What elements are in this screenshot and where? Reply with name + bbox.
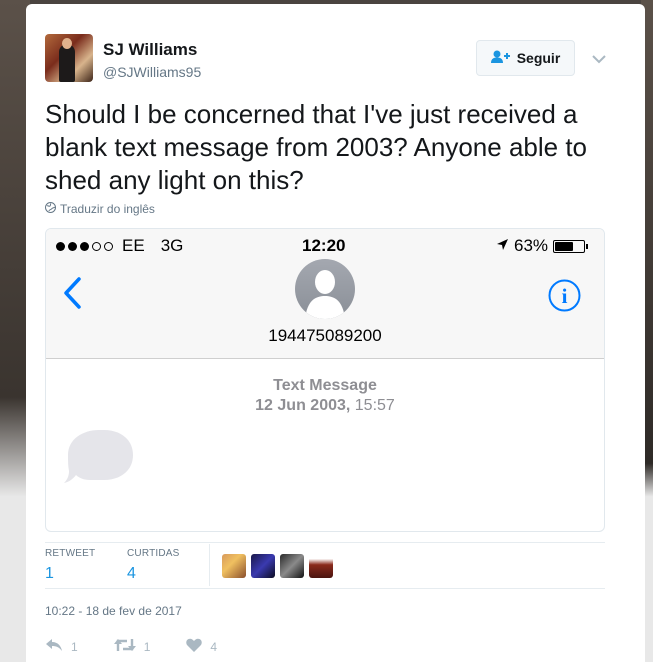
battery-percent: 63% [514, 236, 549, 255]
contact-avatar-icon[interactable] [295, 259, 355, 319]
battery-tip [586, 243, 589, 249]
liker-avatars [222, 554, 333, 578]
status-time: 12:20 [302, 236, 346, 255]
like-count: 4 [210, 639, 218, 654]
divider [45, 542, 605, 543]
signal-dot-icon [56, 241, 65, 251]
liker-avatar[interactable] [251, 554, 275, 578]
retweet-icon [113, 638, 136, 655]
liker-avatar[interactable] [280, 554, 304, 578]
location-arrow-icon [496, 236, 509, 256]
tweet-card: SJ Williams @SJWilliams95 Seguir Should … [26, 4, 645, 662]
tweet-text: Should I be concerned that I've just rec… [45, 99, 588, 195]
reply-icon [45, 638, 63, 655]
reply-count: 1 [71, 639, 78, 654]
contact-number: 194475089200 [268, 326, 382, 345]
avatar-figure [59, 44, 75, 82]
tweet-actions: 1 1 4 [45, 638, 253, 655]
liker-avatar[interactable] [309, 554, 333, 578]
message-date-time: 15:57 [354, 397, 395, 414]
user-display-name[interactable]: SJ Williams [103, 40, 197, 60]
carrier-status: EE 3G [56, 236, 183, 256]
globe-icon [45, 202, 56, 216]
signal-dot-icon [68, 241, 77, 251]
phone-header: EE 3G 12:20 63% 194475089200 i [46, 229, 604, 359]
divider [45, 588, 605, 589]
translate-label: Traduzir do inglês [60, 202, 155, 216]
retweet-count: 1 [143, 639, 151, 654]
retweet-button[interactable]: 1 [113, 638, 151, 655]
add-user-icon [490, 50, 511, 67]
reply-button[interactable]: 1 [45, 638, 78, 655]
follow-button[interactable]: Seguir [476, 40, 575, 76]
user-handle[interactable]: @SJWilliams95 [103, 64, 201, 80]
signal-dot-empty-icon [104, 241, 113, 251]
follow-button-label: Seguir [516, 50, 561, 66]
back-chevron-icon[interactable] [62, 277, 82, 314]
battery-icon [553, 239, 589, 253]
retweets-stat[interactable]: RETWEET 1 [45, 548, 95, 583]
carrier-name: EE [122, 236, 145, 255]
tweet-timestamp[interactable]: 10:22 - 18 de fev de 2017 [45, 604, 182, 618]
message-type-label: Text Message [273, 377, 377, 394]
like-button[interactable]: 4 [186, 638, 217, 655]
avatar-head [62, 38, 72, 49]
svg-text:i: i [562, 284, 568, 308]
retweets-label: RETWEET [45, 548, 96, 559]
stats-separator [209, 544, 210, 586]
likes-stat[interactable]: CURTIDAS 4 [127, 548, 180, 583]
heart-icon [186, 638, 203, 655]
signal-dot-icon [80, 241, 89, 251]
message-date: 12 Jun 2003, 15:57 [46, 397, 604, 415]
battery-fill [555, 241, 573, 251]
chevron-down-icon[interactable] [588, 48, 610, 70]
message-date-day: 12 Jun 2003, [255, 397, 351, 414]
retweets-count[interactable]: 1 [45, 565, 95, 583]
likes-label: CURTIDAS [127, 548, 180, 559]
blank-message-bubble[interactable] [64, 429, 134, 490]
battery-status: 63% [496, 236, 589, 256]
translate-link[interactable]: Traduzir do inglês [45, 202, 155, 216]
attached-screenshot[interactable]: EE 3G 12:20 63% 194475089200 i Text Mess… [45, 228, 605, 532]
likes-count[interactable]: 4 [127, 565, 180, 583]
signal-dot-empty-icon [92, 241, 101, 251]
info-icon[interactable]: i [548, 279, 581, 317]
liker-avatar[interactable] [222, 554, 246, 578]
user-avatar[interactable] [45, 34, 93, 82]
network-type: 3G [160, 236, 184, 255]
